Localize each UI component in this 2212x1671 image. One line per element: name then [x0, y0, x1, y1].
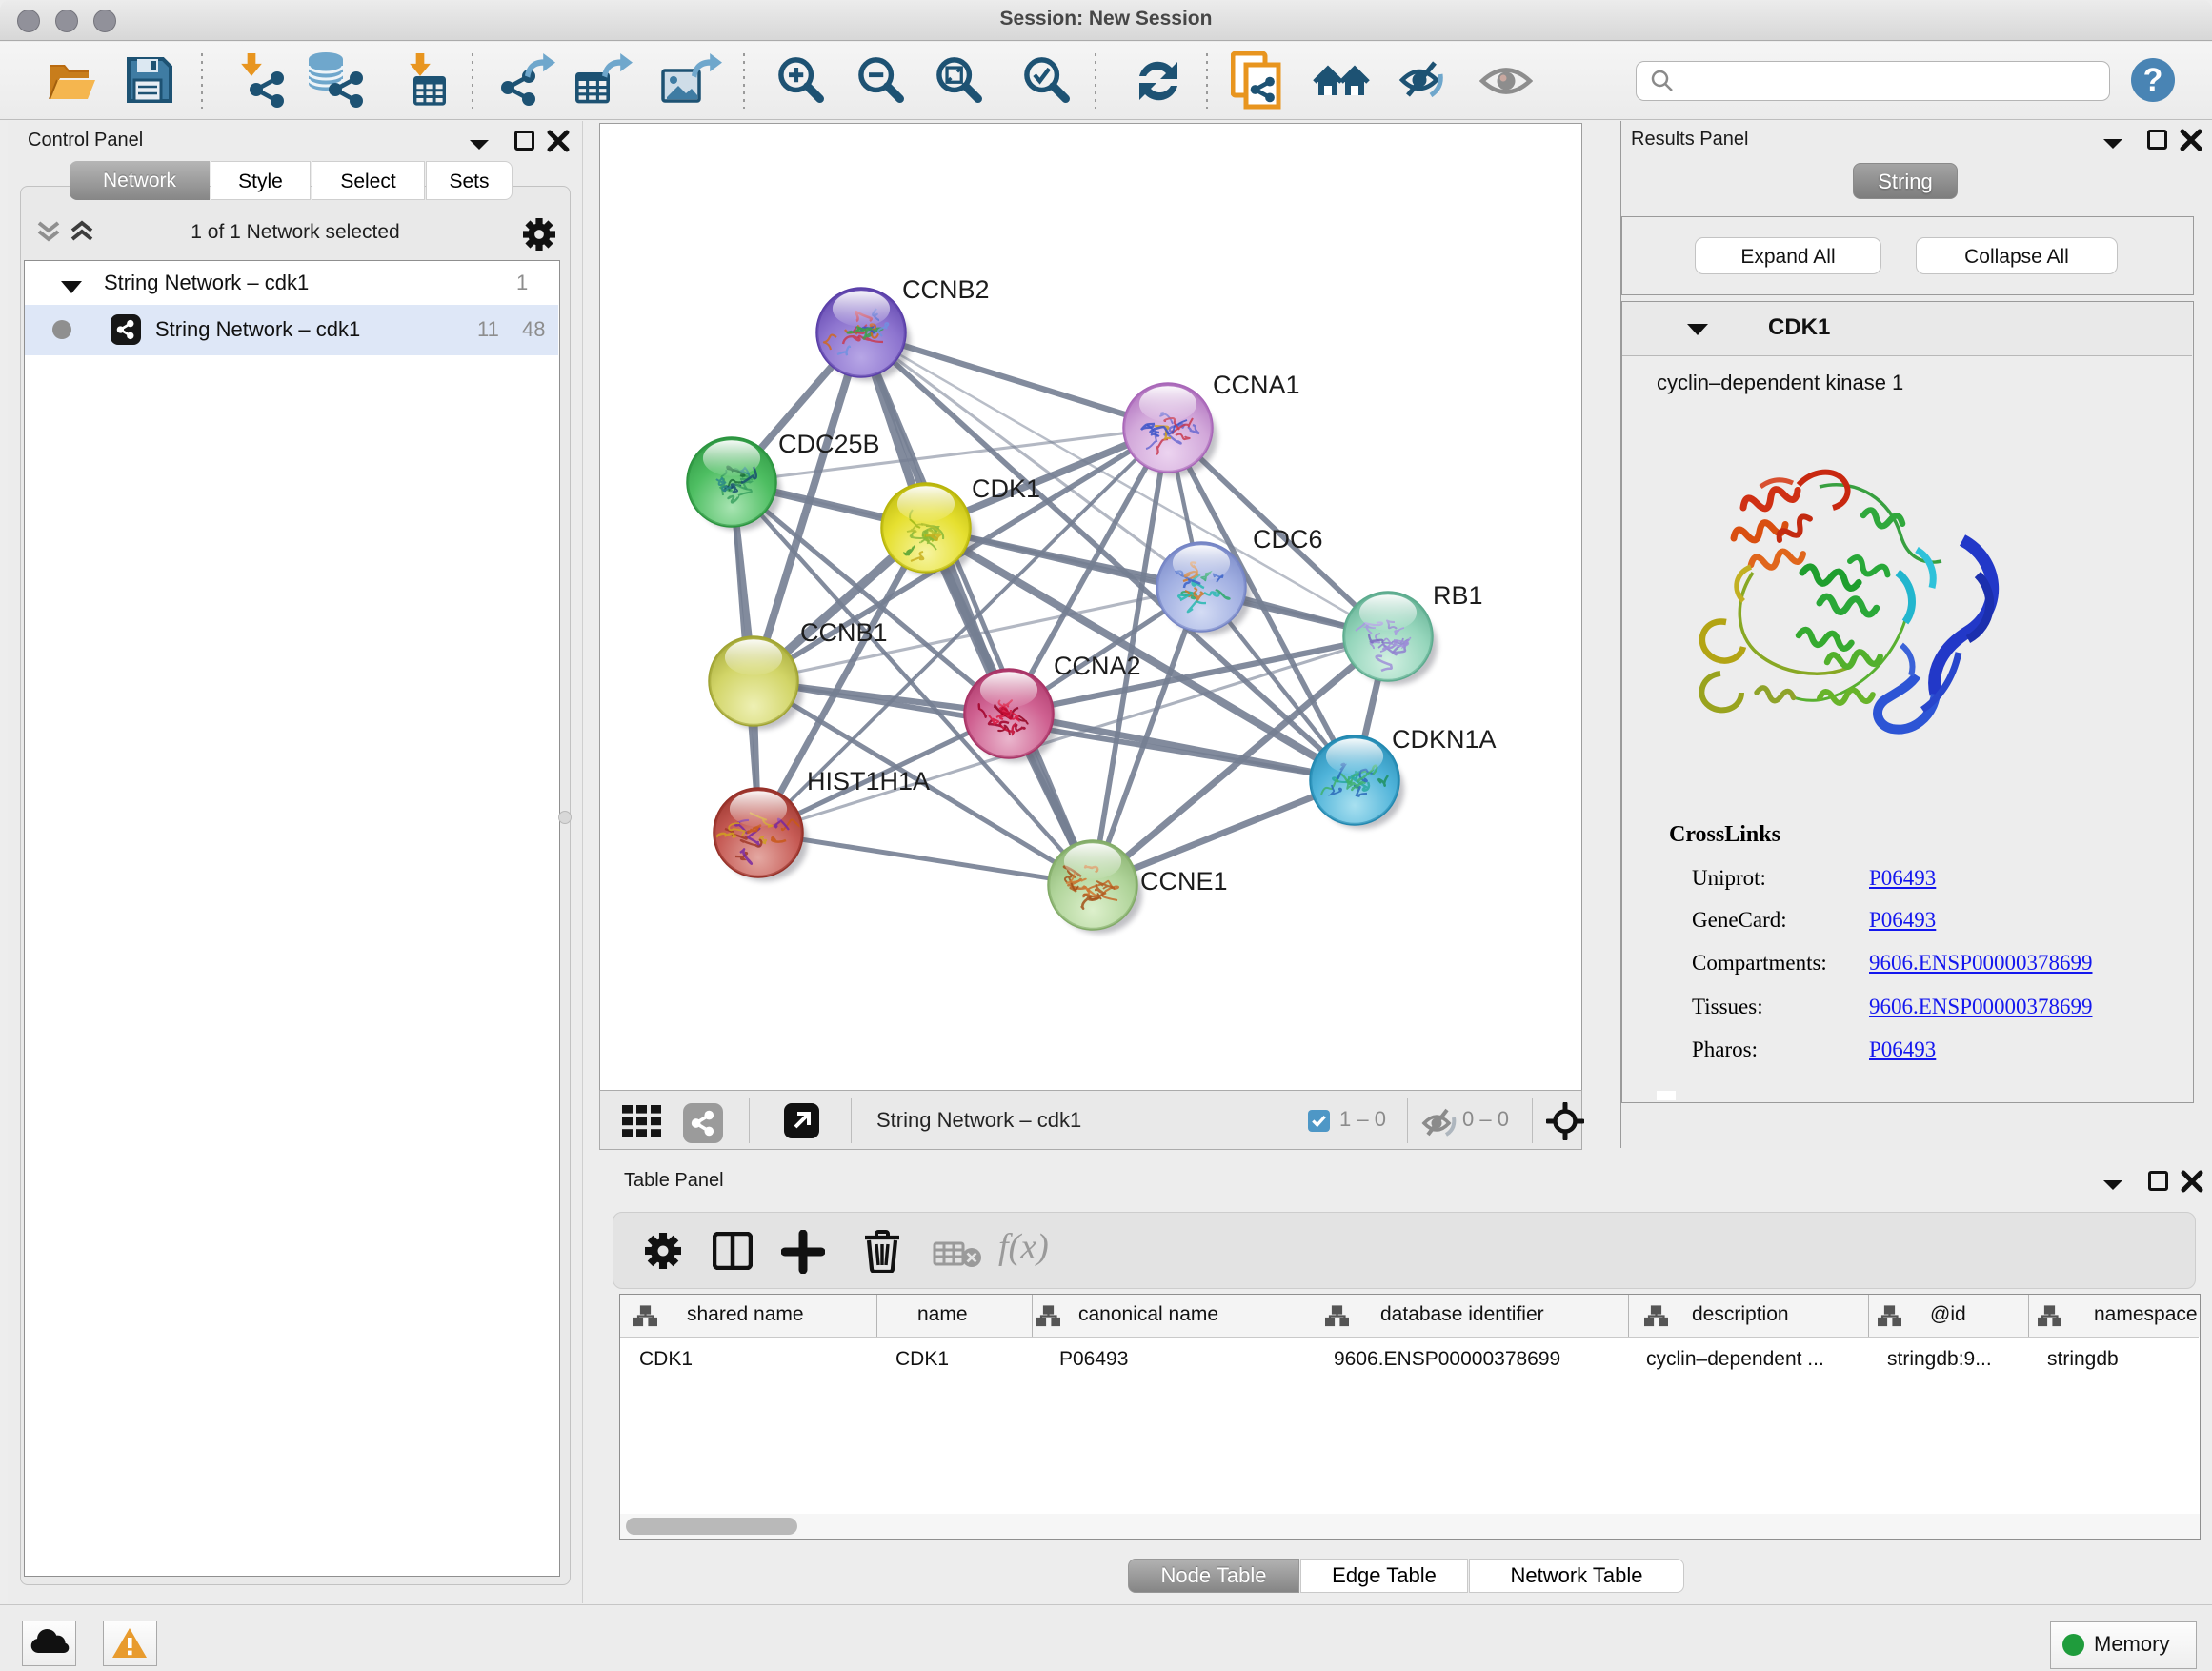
svg-text:CDC6: CDC6 — [1253, 525, 1323, 554]
svg-text:CCNA2: CCNA2 — [1054, 652, 1141, 680]
svg-text:CDKN1A: CDKN1A — [1392, 725, 1497, 754]
svg-text:HIST1H1A: HIST1H1A — [807, 767, 930, 795]
svg-text:CCNB1: CCNB1 — [800, 618, 888, 647]
svg-text:CCNA1: CCNA1 — [1213, 371, 1300, 399]
svg-text:CDC25B: CDC25B — [778, 430, 880, 458]
svg-text:RB1: RB1 — [1433, 581, 1483, 610]
svg-text:CDK1: CDK1 — [972, 474, 1040, 503]
svg-text:CCNE1: CCNE1 — [1140, 867, 1228, 896]
svg-text:CCNB2: CCNB2 — [902, 275, 990, 304]
